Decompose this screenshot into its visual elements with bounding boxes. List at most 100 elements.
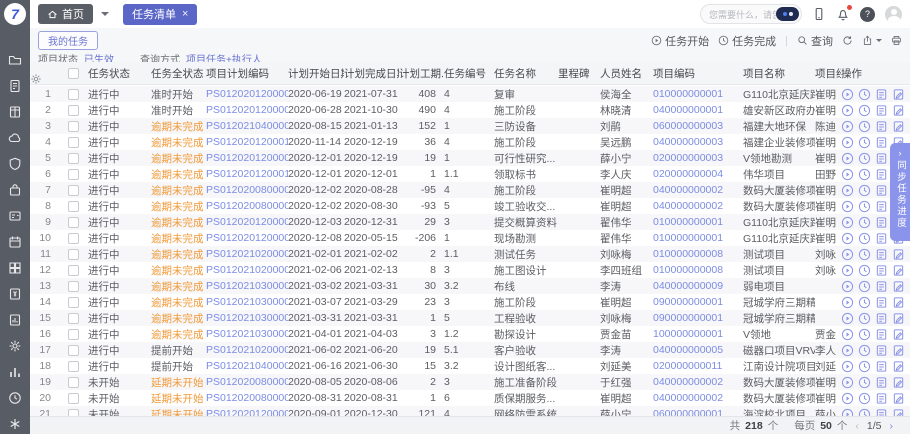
op-task-edit-icon[interactable] (892, 264, 905, 277)
op-start-task-icon[interactable] (841, 88, 854, 101)
op-task-detail-icon[interactable] (875, 312, 888, 325)
history-icon[interactable] (8, 391, 22, 405)
plan-code-link[interactable]: PS0120200800001 (206, 376, 288, 388)
op-task-edit-icon[interactable] (892, 312, 905, 325)
table-row[interactable]: 3 进行中 逾期未完成 PS0120210400008 2020-08-15 2… (30, 118, 910, 134)
plan-code-link[interactable]: PS0120201200009 (206, 104, 288, 116)
op-task-detail-icon[interactable] (875, 408, 888, 417)
row-checkbox[interactable] (68, 169, 79, 180)
op-task-detail-icon[interactable] (875, 280, 888, 293)
doc-edit-icon[interactable] (8, 79, 22, 93)
row-checkbox[interactable] (68, 153, 79, 164)
project-code-link[interactable]: 020000000011 (653, 360, 743, 372)
op-finish-task-icon[interactable] (858, 296, 871, 309)
op-task-edit-icon[interactable] (892, 104, 905, 117)
op-start-task-icon[interactable] (841, 168, 854, 181)
print-button[interactable] (891, 35, 902, 46)
table-row[interactable]: 20 未开始 延期未开始 PS0120200800001 2020-08-31 … (30, 390, 910, 406)
project-code-link[interactable]: 040000000002 (653, 376, 743, 388)
table-row[interactable]: 5 进行中 逾期未完成 PS0120201200006 2020-12-01 2… (30, 150, 910, 166)
money-icon[interactable] (8, 287, 22, 301)
table-row[interactable]: 4 进行中 逾期未完成 PS0120201200010 2020-11-14 2… (30, 134, 910, 150)
plan-code-link[interactable]: PS0120200800001 (206, 392, 288, 404)
row-checkbox[interactable] (68, 201, 79, 212)
op-start-task-icon[interactable] (841, 200, 854, 213)
folder-icon[interactable] (8, 53, 22, 67)
op-task-detail-icon[interactable] (875, 392, 888, 405)
query-button[interactable]: 查询 (797, 33, 833, 49)
op-task-edit-icon[interactable] (892, 328, 905, 341)
project-code-link[interactable]: 010000000001 (653, 232, 743, 244)
row-checkbox[interactable] (68, 377, 79, 388)
project-code-link[interactable]: 040000000005 (653, 344, 743, 356)
row-checkbox[interactable] (68, 329, 79, 340)
table-row[interactable]: 11 进行中 逾期未完成 PS0120210200002 2021-02-01 … (30, 246, 910, 262)
op-task-edit-icon[interactable] (892, 296, 905, 309)
op-task-detail-icon[interactable] (875, 360, 888, 373)
plan-code-link[interactable]: PS0120210300004 (206, 296, 288, 308)
op-finish-task-icon[interactable] (858, 168, 871, 181)
table-row[interactable]: 21 未开始 延期未开始 PS0120201200004 2020-09-01 … (30, 406, 910, 416)
op-task-detail-icon[interactable] (875, 136, 888, 149)
next-page-button[interactable]: › (887, 420, 897, 432)
table-row[interactable]: 17 进行中 提前开始 PS0120210200003 2021-06-02 2… (30, 342, 910, 358)
op-task-detail-icon[interactable] (875, 296, 888, 309)
table-row[interactable]: 15 进行中 逾期未完成 PS0120210300004 2021-03-31 … (30, 310, 910, 326)
help-icon[interactable]: ? (860, 7, 875, 22)
row-checkbox[interactable] (68, 281, 79, 292)
app-logo[interactable]: 7 (4, 3, 26, 25)
op-task-detail-icon[interactable] (875, 104, 888, 117)
refresh-button[interactable] (842, 35, 853, 46)
table-row[interactable]: 2 进行中 准时开始 PS0120201200009 2020-06-28 20… (30, 102, 910, 118)
home-dropdown-caret-icon[interactable] (101, 12, 109, 20)
task-start-button[interactable]: 任务开始 (651, 33, 709, 49)
op-start-task-icon[interactable] (841, 152, 854, 165)
op-start-task-icon[interactable] (841, 408, 854, 417)
op-task-detail-icon[interactable] (875, 184, 888, 197)
op-start-task-icon[interactable] (841, 120, 854, 133)
op-task-edit-icon[interactable] (892, 392, 905, 405)
project-code-link[interactable]: 010000000001 (653, 216, 743, 228)
row-checkbox[interactable] (68, 265, 79, 276)
home-button[interactable]: 首页 (38, 4, 93, 24)
op-finish-task-icon[interactable] (858, 328, 871, 341)
project-code-link[interactable]: 010000000008 (653, 264, 743, 276)
chart-icon[interactable] (8, 365, 22, 379)
row-checkbox[interactable] (68, 137, 79, 148)
row-checkbox[interactable] (68, 393, 79, 404)
op-task-detail-icon[interactable] (875, 200, 888, 213)
row-checkbox[interactable] (68, 105, 79, 116)
tab-task-list[interactable]: 任务清单 × (123, 4, 197, 25)
export-button[interactable] (862, 35, 882, 46)
row-checkbox[interactable] (68, 249, 79, 260)
select-all-checkbox[interactable] (68, 68, 79, 79)
op-task-detail-icon[interactable] (875, 120, 888, 133)
calendar-icon[interactable] (8, 235, 22, 249)
project-code-link[interactable]: 060000000001 (653, 408, 743, 416)
op-finish-task-icon[interactable] (858, 312, 871, 325)
card-icon[interactable] (8, 209, 22, 223)
plan-code-link[interactable]: PS0120201200003 (206, 88, 288, 100)
plan-code-link[interactable]: PS0120210200002 (206, 248, 288, 260)
plan-code-link[interactable]: PS0120210200003 (206, 344, 288, 356)
assistant-search[interactable]: 您需要什么，请告诉小企 (700, 4, 802, 24)
cloud-icon[interactable] (8, 131, 22, 145)
plan-code-link[interactable]: PS0120210300006 (206, 328, 288, 340)
table-row[interactable]: 12 进行中 逾期未完成 PS0120210200002 2021-02-06 … (30, 262, 910, 278)
op-task-edit-icon[interactable] (892, 248, 905, 261)
table-row[interactable]: 16 进行中 逾期未完成 PS0120210300006 2021-04-01 … (30, 326, 910, 342)
op-start-task-icon[interactable] (841, 392, 854, 405)
project-code-link[interactable]: 040000000002 (653, 184, 743, 196)
sync-task-progress-tab[interactable]: › 同步任务进度 (890, 143, 910, 241)
column-settings-gear-icon[interactable] (30, 73, 51, 85)
row-checkbox[interactable] (68, 345, 79, 356)
plan-code-link[interactable]: PS0120210300003 (206, 280, 288, 292)
row-checkbox[interactable] (68, 361, 79, 372)
op-finish-task-icon[interactable] (858, 216, 871, 229)
op-start-task-icon[interactable] (841, 296, 854, 309)
project-code-link[interactable]: 020000000003 (653, 152, 743, 164)
op-finish-task-icon[interactable] (858, 232, 871, 245)
op-task-detail-icon[interactable] (875, 168, 888, 181)
table-row[interactable]: 6 进行中 逾期未完成 PS0120201200012 2020-12-01 2… (30, 166, 910, 182)
table-row[interactable]: 8 进行中 逾期未完成 PS0120200800001 2020-12-02 2… (30, 198, 910, 214)
